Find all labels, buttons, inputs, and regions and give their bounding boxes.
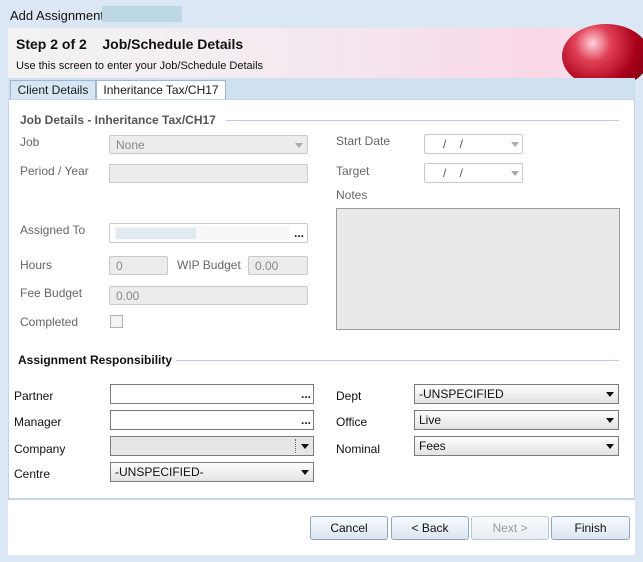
hours-value: 0 xyxy=(116,259,123,273)
assigned-to-browse-button[interactable]: ... xyxy=(294,226,304,240)
assigned-to-inner xyxy=(114,226,290,240)
step-subtitle: Use this screen to enter your Job/Schedu… xyxy=(16,60,264,72)
manager-browse-button[interactable]: ... xyxy=(301,413,311,427)
job-details-section-title: Job Details - Inheritance Tax/CH17 xyxy=(20,113,216,127)
start-date-picker[interactable]: / / xyxy=(424,134,523,154)
wip-budget-value: 0.00 xyxy=(255,259,279,273)
target-label: Target xyxy=(336,164,370,178)
target-date-picker[interactable]: / / xyxy=(424,163,523,183)
completed-label: Completed xyxy=(20,315,79,329)
start-date-label: Start Date xyxy=(336,134,391,148)
redacted-title-detail xyxy=(102,6,182,22)
back-button[interactable]: < Back xyxy=(391,516,469,540)
wip-budget-field[interactable]: 0.00 xyxy=(248,256,308,275)
section-divider xyxy=(226,120,619,121)
assigned-to-label: Assigned To xyxy=(20,223,86,237)
centre-label: Centre xyxy=(14,467,51,481)
office-dropdown[interactable]: Live xyxy=(414,410,619,430)
hours-field[interactable]: 0 xyxy=(109,256,168,275)
tab-client-details[interactable]: Client Details xyxy=(10,80,96,100)
fee-budget-label: Fee Budget xyxy=(20,286,83,300)
window-title: Add Assignment xyxy=(10,8,104,23)
section-divider xyxy=(176,360,619,361)
job-dropdown[interactable]: None xyxy=(109,135,308,154)
office-label: Office xyxy=(336,415,368,429)
job-label: Job xyxy=(20,135,40,149)
tab-inheritance-tax[interactable]: Inheritance Tax/CH17 xyxy=(96,80,226,101)
dept-value: -UNSPECIFIED xyxy=(419,387,504,401)
chevron-down-icon xyxy=(606,418,614,423)
partner-label: Partner xyxy=(14,389,54,403)
nominal-value: Fees xyxy=(419,439,446,453)
job-value: None xyxy=(116,138,145,152)
chevron-down-icon xyxy=(511,142,519,147)
nominal-dropdown[interactable]: Fees xyxy=(414,436,619,456)
period-year-label: Period / Year xyxy=(20,164,89,178)
manager-label: Manager xyxy=(14,415,62,429)
fee-budget-value: 0.00 xyxy=(116,289,140,303)
next-button[interactable]: Next > xyxy=(471,516,549,540)
company-dropdown[interactable] xyxy=(110,436,314,456)
company-label: Company xyxy=(14,442,66,456)
hours-label: Hours xyxy=(20,258,53,272)
dropdown-divider xyxy=(295,439,297,453)
chevron-down-icon xyxy=(511,171,519,176)
responsibility-section-title: Assignment Responsibility xyxy=(18,353,173,367)
dept-dropdown[interactable]: -UNSPECIFIED xyxy=(414,384,619,404)
chevron-down-icon xyxy=(295,143,303,148)
partner-field[interactable]: ... xyxy=(110,384,314,404)
manager-field[interactable]: ... xyxy=(110,410,314,430)
chevron-down-icon xyxy=(301,444,309,449)
assigned-to-field[interactable]: ... xyxy=(109,223,308,243)
chevron-down-icon xyxy=(301,470,309,475)
wip-budget-label: WIP Budget xyxy=(177,258,241,272)
chevron-down-icon xyxy=(606,392,614,397)
window-bottom-border xyxy=(0,555,643,562)
fee-budget-field[interactable]: 0.00 xyxy=(109,286,308,305)
step-title: Step 2 of 2 Job/Schedule Details xyxy=(16,36,244,52)
notes-label: Notes xyxy=(336,188,368,202)
office-value: Live xyxy=(419,413,442,427)
centre-dropdown[interactable]: -UNSPECIFIED- xyxy=(110,462,314,482)
cancel-button[interactable]: Cancel xyxy=(310,516,388,540)
start-date-value: / / xyxy=(443,137,464,151)
period-year-field[interactable] xyxy=(109,164,308,183)
finish-button[interactable]: Finish xyxy=(551,516,630,540)
chevron-down-icon xyxy=(606,444,614,449)
nominal-label: Nominal xyxy=(336,442,381,456)
centre-value: -UNSPECIFIED- xyxy=(115,465,204,479)
partner-browse-button[interactable]: ... xyxy=(301,387,311,401)
completed-checkbox[interactable] xyxy=(110,315,123,328)
target-date-value: / / xyxy=(443,166,464,180)
dept-label: Dept xyxy=(336,389,362,403)
notes-textarea[interactable] xyxy=(336,208,620,330)
